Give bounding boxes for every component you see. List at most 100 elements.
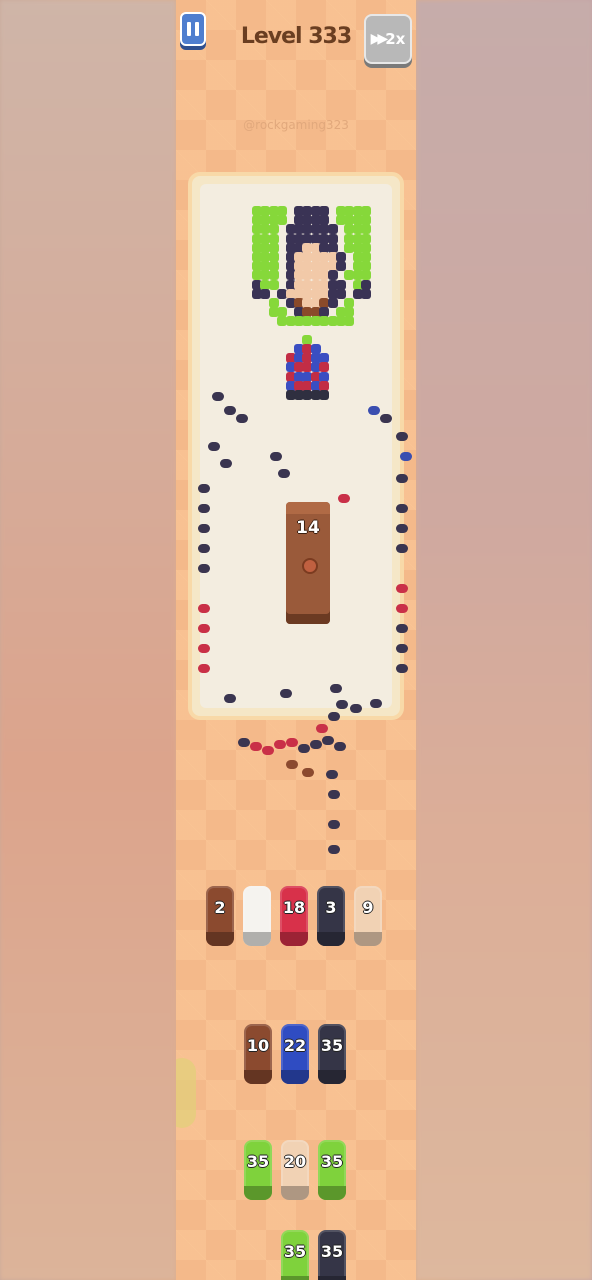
fast-forward-icon: ▶▶ xyxy=(370,31,388,47)
ant xyxy=(278,469,290,478)
ant xyxy=(396,664,408,673)
ant xyxy=(198,624,210,633)
ant xyxy=(338,494,350,503)
ant xyxy=(396,504,408,513)
ant-crate[interactable]: 14 xyxy=(286,502,330,624)
pixel-bead xyxy=(319,390,330,400)
game-screen: Level 333 ▶▶ 2x @rockgaming323 14 2 18 3 9 … xyxy=(176,0,416,1280)
ant xyxy=(380,414,392,423)
speed-label: 2x xyxy=(385,30,406,48)
pixel-bead xyxy=(268,279,279,290)
pause-button[interactable] xyxy=(180,12,206,46)
pixel-bead xyxy=(319,362,330,373)
ant xyxy=(328,845,340,854)
crate-count: 14 xyxy=(296,518,320,538)
ant xyxy=(396,644,408,653)
pause-icon xyxy=(187,22,191,36)
ant xyxy=(396,624,408,633)
ant xyxy=(310,740,322,749)
ant xyxy=(396,584,408,593)
watermark: @rockgaming323 xyxy=(243,118,349,132)
tile-count: 18 xyxy=(282,898,306,917)
tile-count: 22 xyxy=(283,1036,307,1055)
tile-count: 10 xyxy=(246,1036,270,1055)
queue-tile[interactable]: 35 xyxy=(281,1230,309,1280)
ant xyxy=(370,699,382,708)
board-surface: 14 xyxy=(198,184,412,713)
background-blur-right xyxy=(416,0,592,1280)
queue-tile[interactable]: 22 xyxy=(281,1024,309,1084)
queue-tile[interactable]: 35 xyxy=(318,1024,346,1084)
tray-slot[interactable]: 18 xyxy=(280,886,308,946)
ant xyxy=(262,746,274,755)
game-board[interactable]: 14 xyxy=(188,172,412,720)
ant xyxy=(198,504,210,513)
tile-count: 35 xyxy=(320,1242,344,1261)
tray-slot[interactable]: 9 xyxy=(354,886,382,946)
tray-slot[interactable] xyxy=(243,886,271,946)
pixel-bead xyxy=(344,316,355,327)
tray-slot[interactable]: 2 xyxy=(206,886,234,946)
pixel-bead xyxy=(361,270,372,281)
ant xyxy=(274,740,286,749)
ant xyxy=(334,742,346,751)
queue-tile[interactable]: 35 xyxy=(244,1140,272,1200)
ant xyxy=(336,700,348,709)
ant xyxy=(280,689,292,698)
ant xyxy=(224,406,236,415)
pixel-bead xyxy=(277,215,288,226)
ant xyxy=(286,738,298,747)
tray-slot[interactable]: 3 xyxy=(317,886,345,946)
ant xyxy=(198,484,210,493)
pixel-bead xyxy=(260,288,271,299)
ant xyxy=(328,820,340,829)
ant xyxy=(396,544,408,553)
ant xyxy=(198,524,210,533)
speed-button[interactable]: ▶▶ 2x xyxy=(364,14,412,64)
pixel-bead xyxy=(361,288,372,299)
ant xyxy=(396,524,408,533)
ant xyxy=(224,694,236,703)
ant xyxy=(350,704,362,713)
background-blur-left xyxy=(0,0,176,1280)
tile-count: 35 xyxy=(283,1242,307,1261)
ant xyxy=(302,768,314,777)
decoration-blob xyxy=(176,1058,196,1128)
pixel-bead xyxy=(268,270,279,281)
ant xyxy=(250,742,262,751)
pixel-bead xyxy=(327,270,338,281)
tile-count: 35 xyxy=(320,1152,344,1171)
ant xyxy=(298,744,310,753)
level-title: Level 333 xyxy=(240,24,352,49)
ant xyxy=(286,760,298,769)
crate-knob-icon xyxy=(302,558,318,574)
tile-count: 2 xyxy=(214,898,226,917)
ant xyxy=(396,604,408,613)
tile-count: 20 xyxy=(283,1152,307,1171)
queue-tile[interactable]: 20 xyxy=(281,1140,309,1200)
tile-count: 35 xyxy=(320,1036,344,1055)
pixel-bead xyxy=(327,224,338,235)
tile-count: 35 xyxy=(246,1152,270,1171)
tile-count: 3 xyxy=(325,898,337,917)
pixel-bead xyxy=(361,224,372,235)
ant xyxy=(198,604,210,613)
ant xyxy=(198,564,210,573)
ant xyxy=(330,684,342,693)
ant xyxy=(238,738,250,747)
pixel-bead xyxy=(327,298,338,308)
ant xyxy=(326,770,338,779)
ant xyxy=(316,724,328,733)
pixel-bead xyxy=(268,224,279,235)
ant xyxy=(328,712,340,721)
ant xyxy=(220,459,232,468)
ant xyxy=(400,452,412,461)
tile-count: 9 xyxy=(362,898,374,917)
queue-tile[interactable]: 35 xyxy=(318,1140,346,1200)
pixel-bead xyxy=(336,288,346,299)
ant xyxy=(270,452,282,461)
queue-tile[interactable]: 10 xyxy=(244,1024,272,1084)
queue-tile[interactable]: 35 xyxy=(318,1230,346,1280)
ant xyxy=(236,414,248,423)
ant xyxy=(198,664,210,673)
